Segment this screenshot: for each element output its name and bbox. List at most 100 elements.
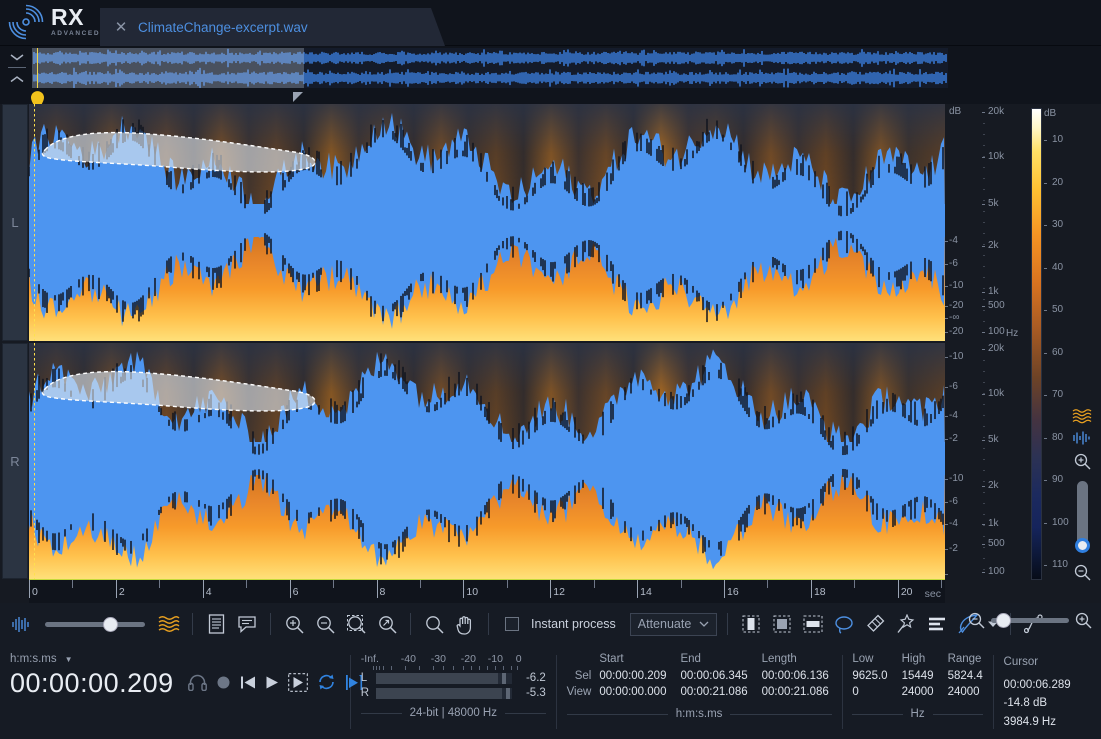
record-icon[interactable] [216,675,231,690]
comment-icon[interactable] [234,611,260,637]
sel-start-value[interactable]: 00:00:00.209 [599,670,680,686]
process-mode-dropdown[interactable]: Attenuate [630,613,718,636]
sel-low-value[interactable]: 9625.0 [852,670,901,686]
frequency-selection-icon[interactable] [769,611,795,637]
color-bar-tick [1044,480,1047,481]
time-format-selector[interactable]: h:m:s.ms ▼ [10,653,340,665]
sel-high-value[interactable]: 15449 [902,670,948,686]
meter-scale-label: -40 [401,653,416,665]
view-end-value[interactable]: 00:00:21.086 [680,686,761,702]
waveform-icon[interactable] [8,611,34,637]
meter-fill-right [376,688,502,699]
overview-selection-region[interactable] [32,48,304,88]
hz-minor-tick [983,310,985,311]
loop-icon[interactable] [317,673,336,691]
view-high-value[interactable]: 24000 [902,686,948,702]
lasso-selection-icon[interactable] [831,611,857,637]
meter-scale-label: -10 [488,653,503,665]
sel-range-value[interactable]: 5824.4 [948,670,983,686]
zoom-in-icon[interactable] [1073,452,1092,471]
play-icon[interactable] [265,675,279,690]
zoom-out-icon[interactable] [1073,563,1092,582]
meter-scale-label: -30 [431,653,446,665]
view-start-flag-icon[interactable] [293,92,303,102]
spectrogram-left-channel[interactable] [29,104,945,341]
chevron-up-icon[interactable] [9,75,25,83]
file-tab[interactable]: ✕ ClimateChange-excerpt.wav [100,8,445,46]
zoom-to-selection-icon[interactable] [343,611,369,637]
hz-minor-tick [983,299,985,300]
current-time-display[interactable]: 00:00:00.209 [10,668,174,699]
zoom-out-icon[interactable] [967,611,986,630]
table-row: Sel 00:00:00.209 00:00:06.345 00:00:06.1… [567,670,843,686]
hand-tool-icon[interactable] [452,611,478,637]
magic-wand-icon[interactable] [893,611,919,637]
db-tick-label: -10 [949,280,963,291]
color-bar-tick-label: 80 [1052,432,1063,443]
vertical-zoom-slider-handle[interactable] [1075,538,1090,553]
playhead-right[interactable] [34,343,35,579]
play-selection-icon[interactable] [288,673,308,692]
hz-tick-label: 500 [988,300,1005,311]
sel-end-value[interactable]: 00:00:06.345 [680,670,761,686]
color-bar-tick [1044,183,1047,184]
time-ruler-tick [724,580,725,598]
overview-playhead[interactable] [37,48,38,88]
spectrogram-right-channel[interactable] [29,343,945,579]
hz-tick [982,204,985,205]
lasso-selection-left[interactable] [39,122,324,174]
sel-length-value[interactable]: 00:00:06.136 [762,670,843,686]
time-ruler[interactable]: 02468101214161820 sec [29,579,945,603]
headphones-icon[interactable] [188,674,207,691]
file-info-icon[interactable] [203,611,229,637]
channel-label-right[interactable]: R [2,343,28,579]
brush-selection-icon[interactable] [862,611,888,637]
time-ruler-tick [290,580,291,598]
color-bar-tick-label: 60 [1052,347,1063,358]
waveform-spectrogram-blend-slider[interactable] [45,622,145,627]
spectrogram-icon[interactable] [1072,408,1092,424]
marker-lane[interactable] [0,90,1101,104]
chevron-down-icon[interactable] [9,53,25,61]
playhead-left[interactable] [34,104,35,341]
chevron-down-icon[interactable]: ▼ [65,655,73,664]
meter-value-left: -6.2 [518,672,546,684]
status-bar: h:m:s.ms ▼ 00:00:00.209 [0,645,1101,739]
vertical-zoom-slider[interactable] [1077,481,1088,549]
skip-to-start-icon[interactable] [240,675,256,690]
hz-minor-tick [983,415,985,416]
close-icon[interactable]: ✕ [114,20,128,35]
horizontal-zoom-slider-handle[interactable] [996,613,1011,628]
hz-tick-label: 1k [988,286,999,297]
db-tick [945,286,948,287]
zoom-fit-icon[interactable] [374,611,400,637]
view-length-value[interactable]: 00:00:21.086 [762,686,843,702]
harmonic-selection-icon[interactable] [924,611,950,637]
hz-minor-tick [983,558,985,559]
horizontal-zoom-slider[interactable] [991,618,1069,623]
waveform-icon[interactable] [1072,430,1092,446]
time-ruler-label: 6 [293,586,299,598]
overview-waveform[interactable] [32,48,948,88]
overview-collapse-controls[interactable] [4,50,30,86]
time-ruler-label: 18 [814,586,826,598]
view-start-value[interactable]: 00:00:00.000 [599,686,680,702]
instant-process-checkbox[interactable] [505,617,519,631]
magnifier-tool-icon[interactable] [421,611,447,637]
time-selection-icon[interactable] [738,611,764,637]
view-low-value[interactable]: 0 [852,686,901,702]
rectangle-selection-icon[interactable] [800,611,826,637]
db-tick [945,387,948,388]
zoom-in-icon[interactable] [281,611,307,637]
meter-fill-left [376,673,498,684]
zoom-out-icon[interactable] [312,611,338,637]
blend-slider-handle[interactable] [103,617,118,632]
zoom-in-icon[interactable] [1074,611,1093,630]
spectrogram-icon[interactable] [156,611,182,637]
app-logo: RX ADVANCED [8,4,100,40]
time-ruler-tick [637,580,638,598]
lasso-selection-right[interactable] [39,361,324,413]
db-tick [945,357,948,358]
view-range-value[interactable]: 24000 [948,686,983,702]
channel-label-left[interactable]: L [2,104,28,341]
